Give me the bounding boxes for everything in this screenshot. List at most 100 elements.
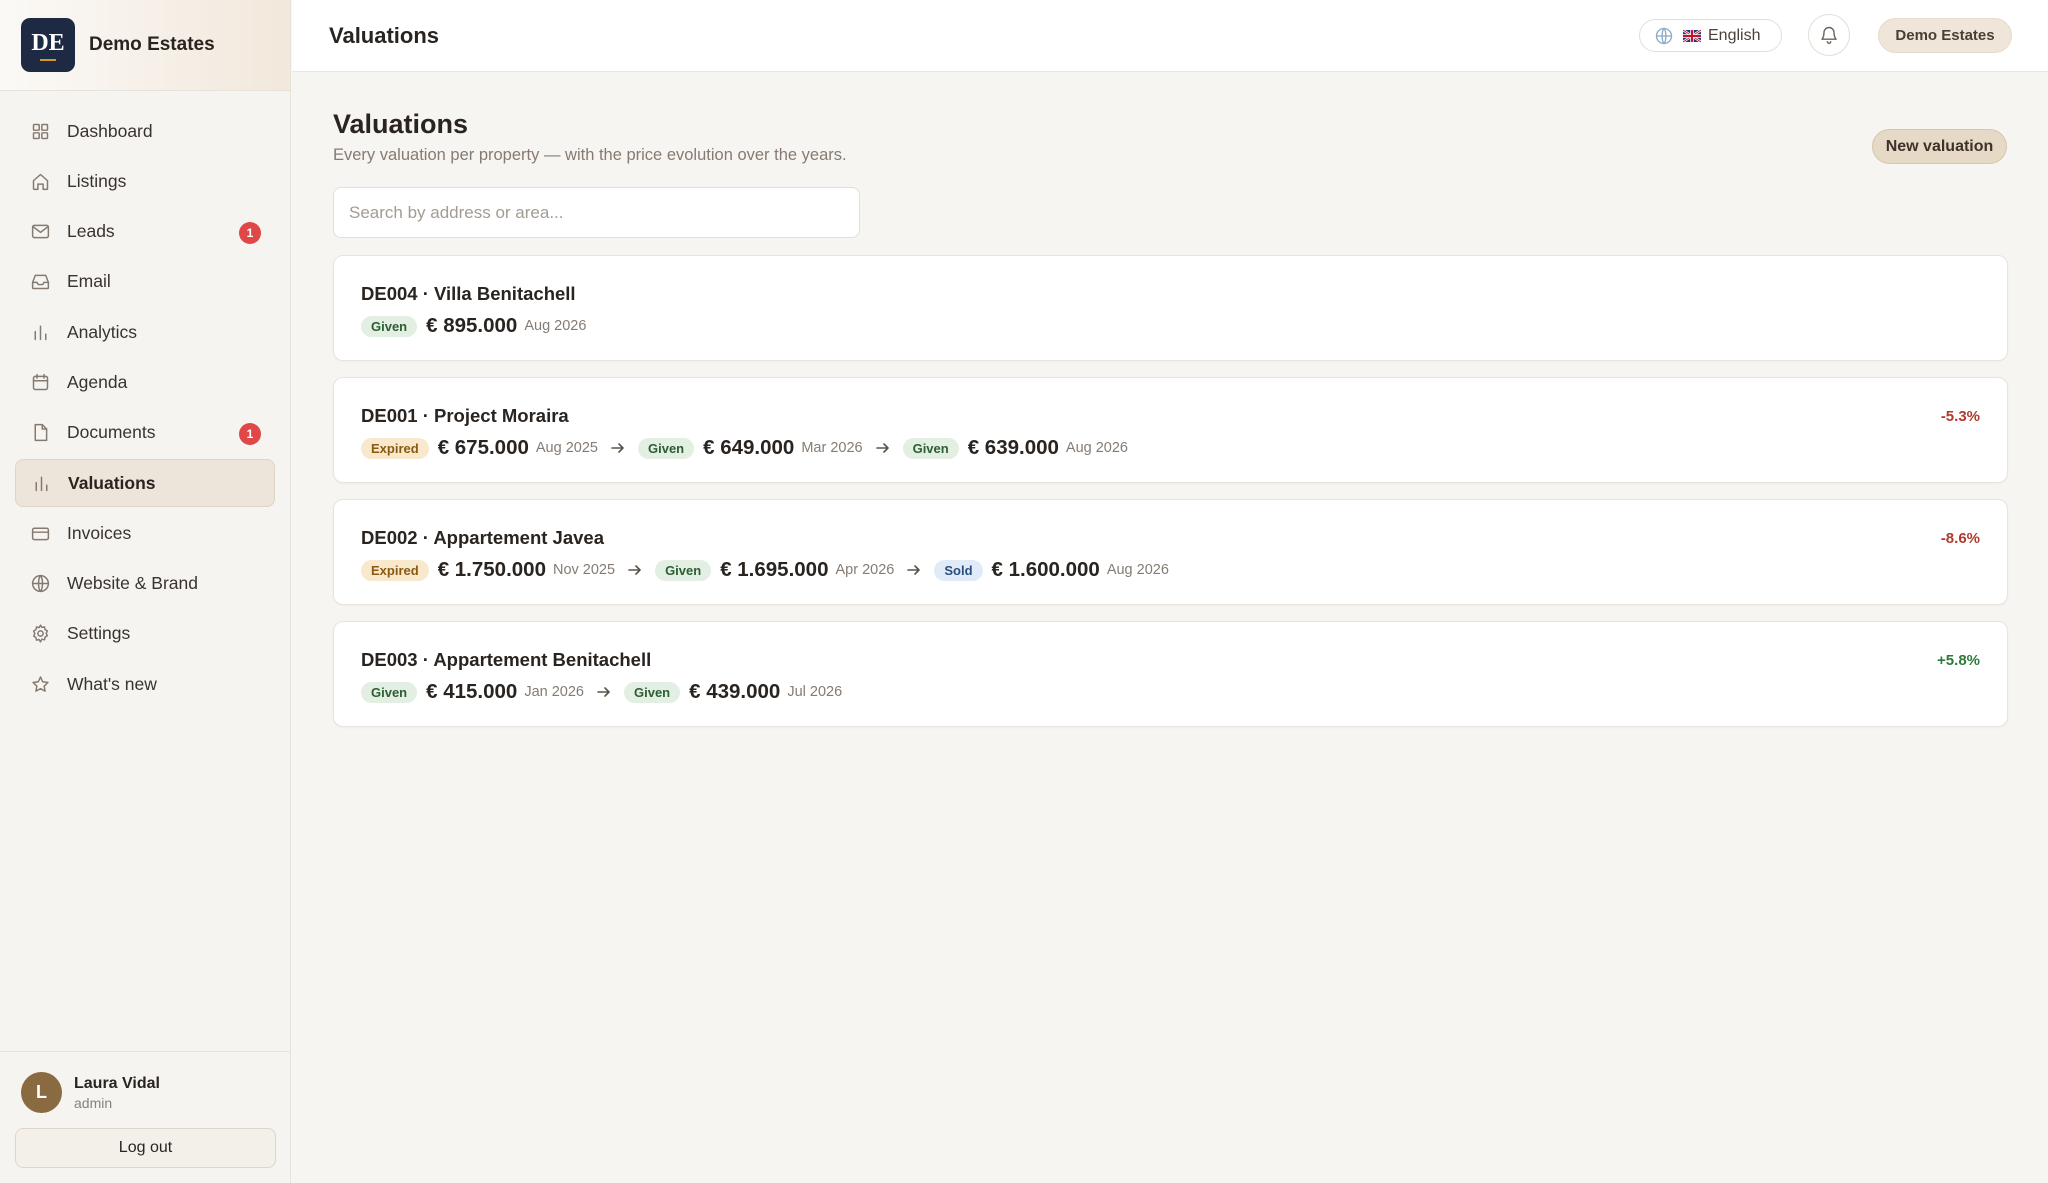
brand-header[interactable]: DE Demo Estates bbox=[0, 0, 290, 91]
valuation-date: Jan 2026 bbox=[524, 684, 584, 700]
arrow-right-icon bbox=[596, 685, 612, 699]
workspace-button[interactable]: Demo Estates bbox=[1878, 18, 2012, 53]
brand-logo-text: DE bbox=[31, 29, 65, 56]
sidebar-item-label: Agenda bbox=[67, 371, 128, 392]
sidebar-item-settings[interactable]: Settings bbox=[15, 610, 275, 658]
valuation-entry: Given € 439.000 Jul 2026 bbox=[624, 680, 842, 704]
valuation-price: € 895.000 bbox=[426, 314, 518, 337]
gear-icon bbox=[29, 623, 51, 645]
property-title: DE002 · Appartement Javea bbox=[361, 527, 605, 548]
sidebar-item-website-and-brand[interactable]: Website & Brand bbox=[15, 560, 275, 608]
valuation-date: Jul 2026 bbox=[787, 684, 843, 700]
valuation-date: Aug 2026 bbox=[1106, 562, 1169, 578]
notifications-button[interactable] bbox=[1808, 14, 1850, 56]
globe-icon bbox=[29, 573, 51, 595]
calendar-icon bbox=[29, 371, 51, 393]
avatar[interactable]: L bbox=[21, 1072, 62, 1113]
globe-icon bbox=[1655, 27, 1673, 44]
valuation-entry: Given € 1.695.000 Apr 2026 bbox=[655, 558, 894, 582]
price-change: -8.6% bbox=[1940, 530, 1980, 547]
valuation-date: Mar 2026 bbox=[801, 440, 863, 456]
language-selector[interactable]: English bbox=[1639, 19, 1782, 52]
arrow-right-icon bbox=[906, 563, 922, 577]
new-valuation-button[interactable]: New valuation bbox=[1872, 129, 2007, 164]
valuation-entry: Sold € 1.600.000 Aug 2026 bbox=[934, 558, 1169, 582]
page-title: Valuations bbox=[333, 109, 469, 139]
sidebar-item-valuations[interactable]: Valuations bbox=[15, 459, 275, 508]
valuation-timeline: Given € 895.000 Aug 2026 bbox=[361, 314, 586, 338]
valuation-price: € 415.000 bbox=[426, 680, 518, 703]
valuation-date: Aug 2026 bbox=[524, 318, 587, 334]
mail-icon bbox=[29, 221, 51, 243]
valuation-date: Nov 2025 bbox=[552, 562, 616, 578]
logout-button[interactable]: Log out bbox=[15, 1128, 276, 1168]
status-badge: Given bbox=[624, 681, 681, 703]
status-badge: Sold bbox=[934, 559, 983, 581]
brand-name: Demo Estates bbox=[89, 34, 215, 55]
valuation-date: Aug 2026 bbox=[1065, 440, 1128, 456]
property-title: DE003 · Appartement Benitachell bbox=[361, 649, 652, 670]
status-badge: Expired bbox=[361, 559, 429, 581]
sidebar: DE Demo Estates Dashboard Listings Leads 1 E… bbox=[0, 0, 291, 1183]
user-meta: Laura Vidal admin bbox=[74, 1075, 160, 1111]
valuation-price: € 639.000 bbox=[967, 436, 1059, 459]
sidebar-item-label: Website & Brand bbox=[67, 573, 198, 594]
inbox-icon bbox=[29, 271, 51, 293]
valuation-entry: Expired € 1.750.000 Nov 2025 bbox=[361, 558, 615, 582]
notification-badge: 1 bbox=[239, 422, 261, 445]
brand-logo-accent bbox=[40, 58, 56, 61]
sidebar-item-email[interactable]: Email bbox=[15, 258, 275, 306]
valuation-entry: Expired € 675.000 Aug 2025 bbox=[361, 436, 598, 460]
sidebar-item-leads[interactable]: Leads 1 bbox=[15, 208, 275, 256]
valuation-entry: Given € 895.000 Aug 2026 bbox=[361, 314, 586, 338]
home-icon bbox=[29, 170, 51, 192]
valuation-card[interactable]: DE004 · Villa Benitachell Given € 895.000 A… bbox=[333, 255, 2008, 361]
sidebar-item-label: Dashboard bbox=[67, 120, 153, 141]
property-title: DE004 · Villa Benitachell bbox=[361, 283, 576, 304]
page-subtitle: Every valuation per property — with the … bbox=[333, 146, 847, 164]
sidebar-item-what-s-new[interactable]: What's new bbox=[15, 660, 275, 708]
sidebar-item-label: What's new bbox=[67, 673, 157, 694]
arrow-right-icon bbox=[627, 563, 643, 577]
sidebar-item-label: Settings bbox=[67, 623, 131, 644]
valuation-entry: Given € 639.000 Aug 2026 bbox=[902, 436, 1128, 460]
user-role: admin bbox=[74, 1094, 113, 1111]
valuation-date: Aug 2025 bbox=[535, 440, 598, 456]
sidebar-item-dashboard[interactable]: Dashboard bbox=[15, 107, 275, 155]
brand-logo: DE bbox=[21, 18, 75, 72]
sidebar-item-label: Listings bbox=[67, 170, 127, 191]
topbar-title: Valuations bbox=[329, 22, 440, 48]
valuation-card[interactable]: DE003 · Appartement Benitachell +5.8% Give… bbox=[333, 621, 2008, 727]
grid-icon bbox=[29, 120, 51, 142]
property-title: DE001 · Project Moraira bbox=[361, 405, 569, 426]
sidebar-item-label: Email bbox=[67, 271, 111, 292]
status-badge: Given bbox=[902, 437, 959, 459]
sidebar-item-label: Leads bbox=[67, 221, 115, 242]
user-panel: L Laura Vidal admin Log out bbox=[0, 1051, 290, 1183]
language-label: English bbox=[1708, 26, 1761, 44]
valuation-list: DE004 · Villa Benitachell Given € 895.000 A… bbox=[333, 255, 2008, 743]
search-input[interactable] bbox=[333, 187, 860, 238]
valuation-price: € 1.600.000 bbox=[991, 558, 1100, 581]
bar-chart-icon bbox=[30, 472, 52, 494]
sidebar-item-label: Valuations bbox=[68, 472, 156, 493]
status-badge: Given bbox=[361, 315, 418, 337]
sidebar-item-documents[interactable]: Documents 1 bbox=[15, 409, 275, 457]
valuation-timeline: Given € 415.000 Jan 2026 Given € 439.000 Jul … bbox=[361, 680, 842, 704]
bar-chart-icon bbox=[29, 321, 51, 343]
valuation-price: € 1.695.000 bbox=[720, 558, 829, 581]
sidebar-item-invoices[interactable]: Invoices bbox=[15, 509, 275, 557]
sidebar-item-agenda[interactable]: Agenda bbox=[15, 358, 275, 406]
valuation-price: € 439.000 bbox=[689, 680, 781, 703]
sidebar-item-listings[interactable]: Listings bbox=[15, 157, 275, 205]
status-badge: Expired bbox=[361, 437, 429, 459]
valuation-card[interactable]: DE002 · Appartement Javea -8.6% Expired € 1… bbox=[333, 499, 2008, 605]
valuation-entry: Given € 649.000 Mar 2026 bbox=[637, 436, 863, 460]
price-change: -5.3% bbox=[1940, 408, 1980, 425]
sidebar-item-label: Documents bbox=[67, 422, 156, 443]
credit-card-icon bbox=[29, 522, 51, 544]
star-icon bbox=[29, 673, 51, 695]
valuation-card[interactable]: DE001 · Project Moraira -5.3% Expired € 675… bbox=[333, 377, 2008, 483]
sidebar-item-analytics[interactable]: Analytics bbox=[15, 308, 275, 356]
valuation-timeline: Expired € 1.750.000 Nov 2025 Given € 1.695.0… bbox=[361, 558, 1169, 582]
